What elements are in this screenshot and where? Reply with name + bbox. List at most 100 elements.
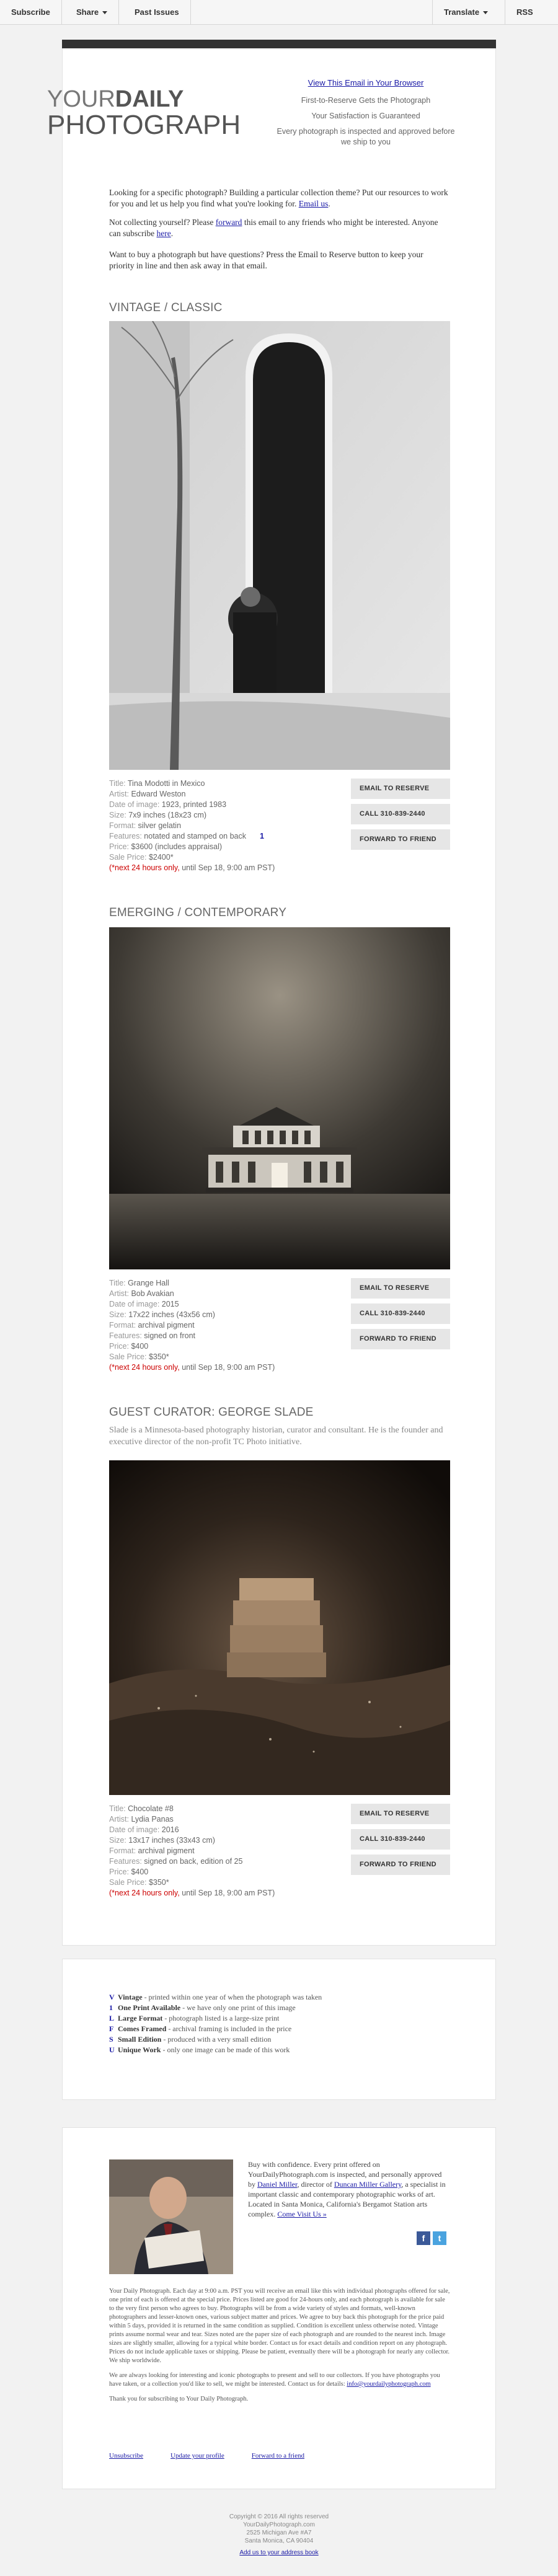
subscribe-here-link[interactable]: here bbox=[156, 229, 170, 238]
contact-email-link[interactable]: info@yourdailyphotograph.com bbox=[347, 2381, 430, 2388]
legend-list: V Vintage - printed within one year of wh… bbox=[109, 1992, 322, 2055]
tagline-first: First-to-Reserve Gets the Photograph bbox=[301, 96, 431, 105]
subscribe-link[interactable]: Subscribe bbox=[0, 0, 62, 25]
forward-to-friend-button[interactable]: FORWARD TO FRIEND bbox=[351, 1329, 450, 1349]
section-heading: EMERGING / CONTEMPORARY bbox=[109, 906, 287, 919]
product-photo[interactable] bbox=[109, 321, 450, 770]
legend-name: Large Format bbox=[118, 2014, 163, 2022]
terms-paragraph: Your Daily Photograph. Each day at 9:00 … bbox=[109, 2288, 450, 2364]
logo-word-your: YOUR bbox=[47, 86, 115, 112]
facebook-icon[interactable]: f bbox=[417, 2231, 430, 2245]
photo-size: 17x22 inches (43x56 cm) bbox=[128, 1310, 215, 1319]
social-links: ft bbox=[417, 2231, 449, 2245]
legend-code: F bbox=[109, 2024, 114, 2033]
terms-text: Your Daily Photograph. Each day at 9:00 … bbox=[109, 2287, 450, 2404]
come-visit-link[interactable]: Come Visit Us » bbox=[277, 2210, 326, 2218]
forward-to-friend-button[interactable]: FORWARD TO FRIEND bbox=[351, 1855, 450, 1875]
curator-description: Slade is a Minnesota-based photography h… bbox=[109, 1426, 443, 1447]
deadline-red: (*next 24 hours only, bbox=[109, 1889, 180, 1897]
photo-size: 7x9 inches (18x23 cm) bbox=[128, 811, 207, 819]
call-button[interactable]: CALL 310-839-2440 bbox=[351, 1829, 450, 1850]
photo-features: signed on back, edition of 25 bbox=[144, 1857, 243, 1866]
one-print-badge: 1 bbox=[260, 832, 264, 840]
call-button[interactable]: CALL 310-839-2440 bbox=[351, 1303, 450, 1324]
product-photo[interactable] bbox=[109, 1460, 450, 1795]
intro-text: Not collecting yourself? Please bbox=[109, 218, 214, 227]
site-name: YourDailyPhotograph.com bbox=[243, 2521, 315, 2528]
product-photo[interactable] bbox=[109, 927, 450, 1269]
legend-name: Small Edition bbox=[118, 2035, 162, 2044]
section-heading: VINTAGE / CLASSIC bbox=[109, 301, 223, 314]
call-button[interactable]: CALL 310-839-2440 bbox=[351, 804, 450, 824]
photo-features: signed on front bbox=[144, 1331, 195, 1340]
update-profile-link[interactable]: Update your profile bbox=[170, 2452, 224, 2459]
label-price: Price: bbox=[109, 842, 129, 851]
photo-format: silver gelatin bbox=[138, 821, 182, 830]
daniel-miller-link[interactable]: Daniel Miller bbox=[257, 2180, 298, 2189]
intro-paragraph-3: Want to buy a photograph but have questi… bbox=[109, 250, 423, 270]
label-features: Features: bbox=[109, 832, 142, 840]
photo-size: 13x17 inches (33x43 cm) bbox=[128, 1836, 215, 1845]
view-in-browser-link[interactable]: View This Email in Your Browser bbox=[273, 77, 459, 88]
share-menu[interactable]: Share bbox=[65, 0, 120, 25]
rss-link[interactable]: RSS bbox=[505, 0, 558, 25]
photo-date: 2016 bbox=[161, 1825, 179, 1834]
email-to-reserve-button[interactable]: EMAIL TO RESERVE bbox=[351, 1278, 450, 1299]
legend-item: 1 One Print Available - we have only one … bbox=[109, 2003, 322, 2013]
photo-artist: Edward Weston bbox=[131, 790, 186, 798]
about-copy: , director of bbox=[297, 2180, 332, 2189]
twitter-icon[interactable]: t bbox=[433, 2231, 446, 2245]
city-address: Santa Monica, CA 90404 bbox=[244, 2538, 314, 2544]
tagline-inspected: Every photograph is inspected and approv… bbox=[277, 127, 455, 146]
gallery-link[interactable]: Duncan Miller Gallery bbox=[334, 2180, 402, 2189]
label-price: Price: bbox=[109, 1342, 129, 1351]
label-title: Title: bbox=[109, 1804, 126, 1813]
legend-code: 1 bbox=[109, 2003, 113, 2012]
translate-menu[interactable]: Translate bbox=[432, 0, 499, 25]
about-text: Buy with confidence. Every print offered… bbox=[248, 2159, 446, 2219]
section-heading: GUEST CURATOR: GEORGE SLADE bbox=[109, 1406, 314, 1419]
label-sale-price: Sale Price: bbox=[109, 1352, 147, 1361]
action-buttons: EMAIL TO RESERVE CALL 310-839-2440 FORWA… bbox=[351, 1804, 450, 1880]
legend-desc: - produced with a very small edition bbox=[163, 2035, 272, 2044]
legend-desc: - printed within one year of when the ph… bbox=[144, 1993, 322, 2001]
legend-item: L Large Format - photograph listed is a l… bbox=[109, 2013, 322, 2024]
product-details: Title: Chocolate #8 Artist: Lydia Panas … bbox=[109, 1804, 332, 1899]
share-label: Share bbox=[76, 7, 99, 17]
footer-links: Unsubscribe Update your profile Forward to… bbox=[109, 2452, 332, 2459]
logo[interactable]: YOURDAILY PHOTOGRAPH bbox=[47, 86, 241, 139]
label-price: Price: bbox=[109, 1868, 129, 1876]
product-details: Title: Grange Hall Artist: Bob Avakian D… bbox=[109, 1278, 332, 1373]
legend-name: Vintage bbox=[118, 1993, 143, 2001]
email-us-link[interactable]: Email us bbox=[299, 199, 329, 208]
forward-to-friend-button[interactable]: FORWARD TO FRIEND bbox=[351, 829, 450, 850]
legend-desc: - photograph listed is a large-size prin… bbox=[164, 2014, 280, 2022]
photo-artist: Bob Avakian bbox=[131, 1289, 174, 1298]
street-address: 2525 Michigan Ave #A7 bbox=[246, 2530, 312, 2536]
intro-text: Looking for a specific photograph? Build… bbox=[109, 188, 448, 208]
photo-date: 2015 bbox=[161, 1300, 179, 1308]
forward-link[interactable]: forward bbox=[216, 218, 242, 227]
photo-sale-price: $350* bbox=[148, 1352, 169, 1361]
product-details: Title: Tina Modotti in Mexico Artist: Ed… bbox=[109, 779, 332, 873]
past-issues-link[interactable]: Past Issues bbox=[123, 0, 191, 25]
legend-code: L bbox=[109, 2014, 115, 2022]
unsubscribe-link[interactable]: Unsubscribe bbox=[109, 2452, 143, 2459]
email-to-reserve-button[interactable]: EMAIL TO RESERVE bbox=[351, 1804, 450, 1824]
legend-name: One Print Available bbox=[118, 2003, 181, 2012]
chevron-down-icon bbox=[102, 11, 108, 15]
deadline-red: (*next 24 hours only, bbox=[109, 863, 180, 872]
label-title: Title: bbox=[109, 779, 126, 788]
label-size: Size: bbox=[109, 1836, 126, 1845]
photo-title: Chocolate #8 bbox=[128, 1804, 174, 1813]
forward-friend-link[interactable]: Forward to a friend bbox=[252, 2452, 304, 2459]
label-format: Format: bbox=[109, 821, 136, 830]
photo-title: Grange Hall bbox=[128, 1279, 169, 1287]
label-date: Date of image: bbox=[109, 1825, 160, 1834]
add-address-book-link[interactable]: Add us to your address book bbox=[155, 2549, 403, 2557]
copyright-line: Copyright © 2016 All rights reserved bbox=[229, 2513, 329, 2520]
header-bar bbox=[62, 40, 496, 48]
photo-artist: Lydia Panas bbox=[131, 1815, 174, 1824]
action-buttons: EMAIL TO RESERVE CALL 310-839-2440 FORWA… bbox=[351, 1278, 450, 1354]
email-to-reserve-button[interactable]: EMAIL TO RESERVE bbox=[351, 779, 450, 799]
